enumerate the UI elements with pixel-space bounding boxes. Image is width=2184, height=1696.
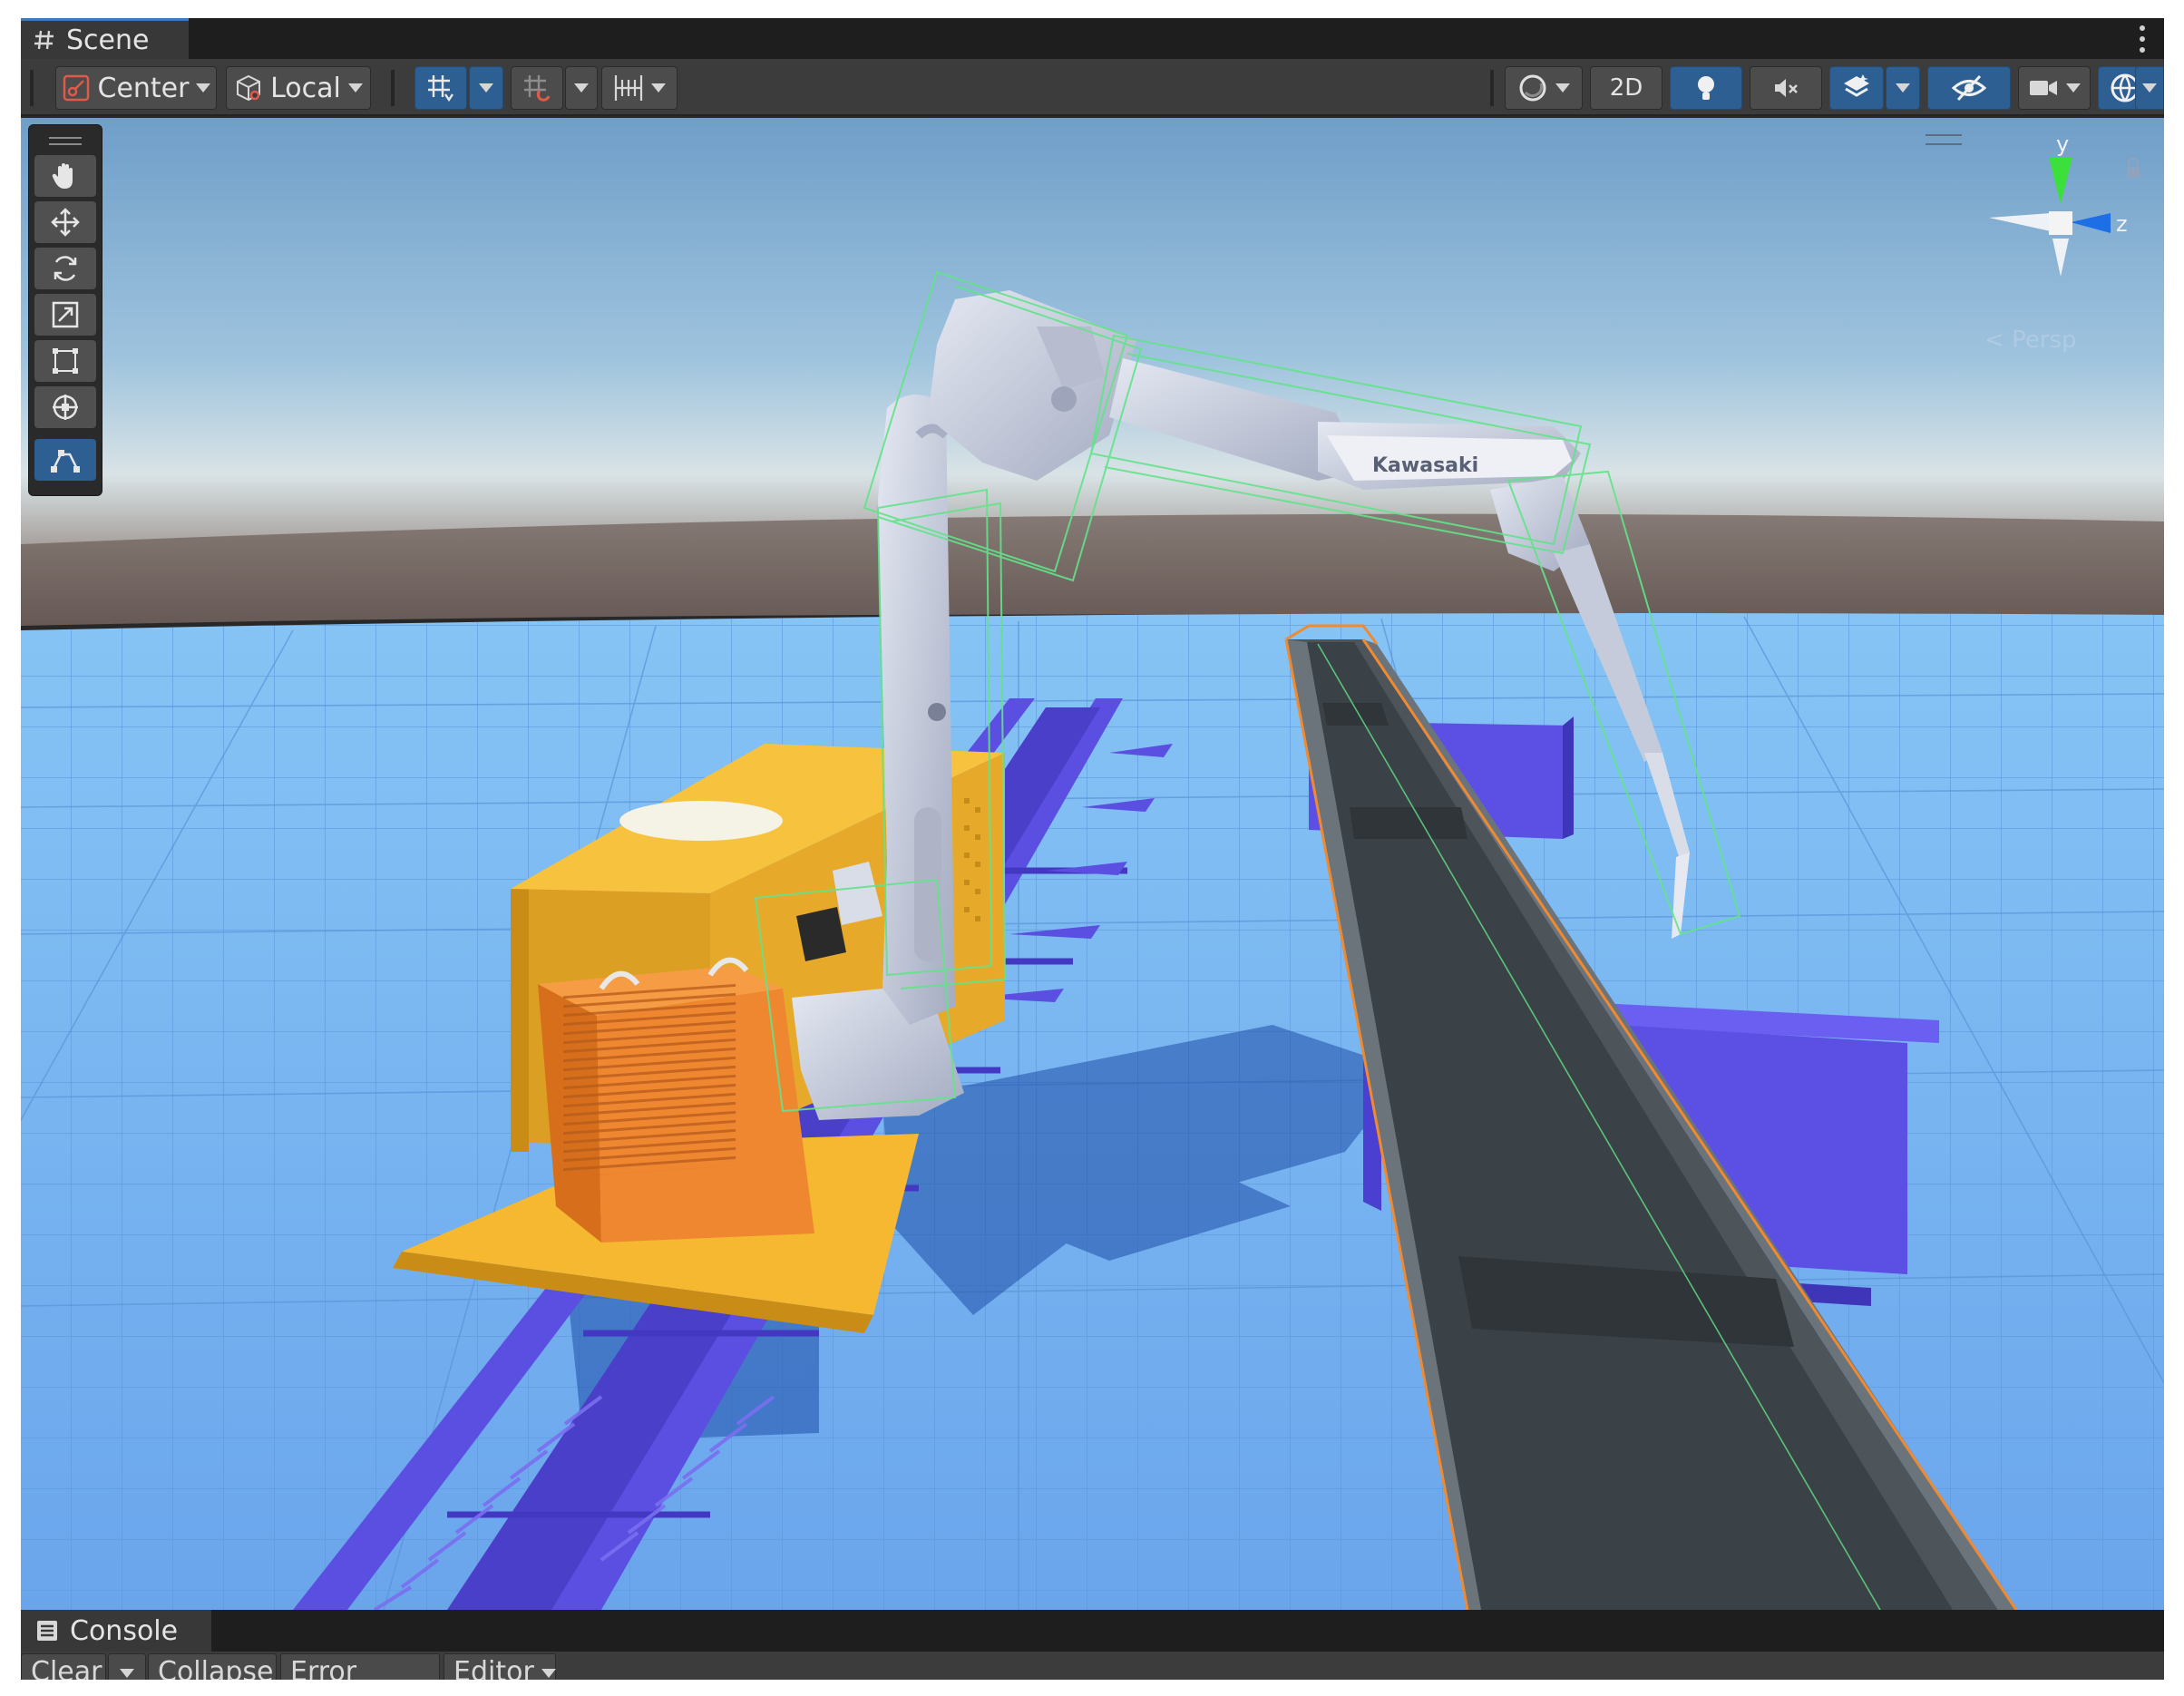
grid-visibility-icon [613, 73, 644, 103]
pivot-space-dropdown[interactable]: Local [226, 66, 371, 110]
increment-snap-icon [522, 73, 552, 103]
tab-console[interactable]: Console [21, 1610, 211, 1652]
2d-mode-label: 2D [1609, 74, 1643, 102]
grid-visibility-dropdown[interactable] [601, 66, 678, 110]
scene-lighting-button[interactable] [1670, 66, 1742, 110]
grid-snapping-dropdown[interactable] [469, 66, 503, 110]
scene-effects-dropdown[interactable] [1886, 66, 1920, 110]
scene-audio-button[interactable] [1750, 66, 1822, 110]
toolbar-grip [30, 70, 34, 106]
scene-camera-dropdown[interactable] [2018, 66, 2091, 110]
console-clear-label: Clear [31, 1656, 102, 1680]
robot-brand-label: Kawasaki [1372, 454, 1478, 477]
scene-window: Scene Center Local 2D Kawasaki y z < Per… [21, 18, 2164, 1680]
chevron-down-icon [1896, 83, 1910, 93]
console-clear-dropdown[interactable] [108, 1653, 146, 1680]
increment-snap-dropdown[interactable] [565, 66, 598, 110]
gizmo-handle[interactable] [1926, 134, 1962, 145]
grid-snap-icon [425, 73, 456, 103]
chevron-down-icon [541, 1669, 556, 1678]
bone-tool-icon [49, 444, 82, 475]
custom-tool-button[interactable] [34, 439, 96, 481]
projection-label: Persp [2012, 327, 2077, 354]
move-arrows-icon [50, 207, 81, 238]
rect-transform-icon [50, 346, 81, 376]
transform-tool-button[interactable] [34, 386, 96, 428]
scene-render[interactable]: Kawasaki [21, 118, 2164, 1610]
chevron-down-icon [2066, 83, 2081, 93]
grid-snapping-button[interactable] [414, 66, 467, 110]
move-tool-button[interactable] [34, 201, 96, 243]
tab-scene[interactable]: Scene [21, 18, 189, 59]
scene-tab-strip: Scene [21, 18, 2164, 59]
rect-tool-button[interactable] [34, 340, 96, 382]
2d-mode-button[interactable]: 2D [1590, 66, 1662, 110]
hand-tool-button[interactable] [34, 155, 96, 197]
scene-toolbar: Center Local 2D [21, 59, 2164, 116]
rotate-tool-button[interactable] [34, 248, 96, 289]
gizmo-neg-y-axis[interactable] [2052, 239, 2069, 277]
projection-toggle[interactable]: < Persp [1984, 327, 2077, 354]
hand-icon [50, 161, 81, 191]
console-error-pause-button[interactable]: Error Pause [280, 1653, 440, 1680]
draw-mode-dropdown[interactable] [1505, 66, 1583, 110]
increment-snap-button[interactable] [511, 66, 563, 110]
shaded-sphere-icon [1517, 73, 1548, 103]
scale-tool-button[interactable] [34, 294, 96, 336]
camera-icon [2028, 75, 2059, 101]
scene-visibility-button[interactable] [1927, 66, 2011, 110]
chevron-down-icon [1555, 83, 1570, 93]
tab-more-menu-icon[interactable] [2137, 25, 2148, 53]
gizmo-center[interactable] [2049, 211, 2072, 235]
local-space-icon [234, 73, 263, 102]
orientation-gizmo[interactable]: y z [1971, 132, 2152, 358]
chevron-down-icon [2142, 83, 2157, 93]
scale-icon [50, 299, 81, 330]
controller-box [538, 957, 814, 1243]
toolbar-grip [1490, 70, 1494, 106]
console-clear-button[interactable]: Clear [21, 1653, 106, 1680]
console-editor-dropdown[interactable]: Editor [444, 1653, 556, 1680]
effects-layers-icon [1841, 73, 1872, 103]
tool-palette-handle[interactable] [34, 131, 96, 151]
console-list-icon [35, 1619, 59, 1642]
gizmo-y-label: y [2056, 132, 2069, 157]
chevron-down-icon [651, 83, 666, 93]
tab-scene-label: Scene [66, 24, 150, 56]
console-error-pause-label: Error Pause [290, 1656, 357, 1680]
chevron-down-icon [347, 83, 363, 93]
console-editor-label: Editor [453, 1656, 534, 1680]
audio-mute-icon [1770, 73, 1801, 103]
chevron-down-icon [120, 1669, 134, 1678]
console-toolbar: Clear Collapse Error Pause Editor [21, 1652, 2164, 1680]
gizmos-dropdown[interactable] [2135, 66, 2164, 110]
chevron-down-icon [479, 83, 493, 93]
eye-hidden-icon [1951, 73, 1987, 103]
toolbar-grip [391, 70, 395, 106]
console-collapse-button[interactable]: Collapse [148, 1653, 277, 1680]
gizmo-z-axis[interactable] [2071, 213, 2111, 233]
lightbulb-icon [1692, 73, 1720, 103]
tool-palette [28, 124, 102, 496]
rotate-icon [50, 253, 81, 284]
transform-all-icon [50, 392, 81, 423]
scene-viewport[interactable]: Kawasaki y z < Persp [21, 118, 2164, 1610]
pivot-center-icon [62, 73, 91, 102]
gizmo-x-axis[interactable] [1989, 213, 2051, 231]
pivot-space-label: Local [270, 72, 341, 104]
tab-console-label: Console [70, 1614, 179, 1647]
gizmo-z-label: z [2116, 211, 2128, 237]
pivot-mode-dropdown[interactable]: Center [55, 66, 217, 110]
chevron-down-icon [574, 83, 589, 93]
pivot-mode-label: Center [97, 72, 190, 104]
hash-icon [34, 29, 55, 51]
gizmo-y-axis[interactable] [2049, 157, 2072, 204]
console-collapse-label: Collapse [158, 1656, 274, 1680]
scene-effects-button[interactable] [1829, 66, 1884, 110]
lock-icon[interactable] [2127, 158, 2140, 178]
chevron-down-icon [196, 83, 211, 93]
console-panel: Console Clear Collapse Error Pause Edito… [21, 1610, 2164, 1680]
